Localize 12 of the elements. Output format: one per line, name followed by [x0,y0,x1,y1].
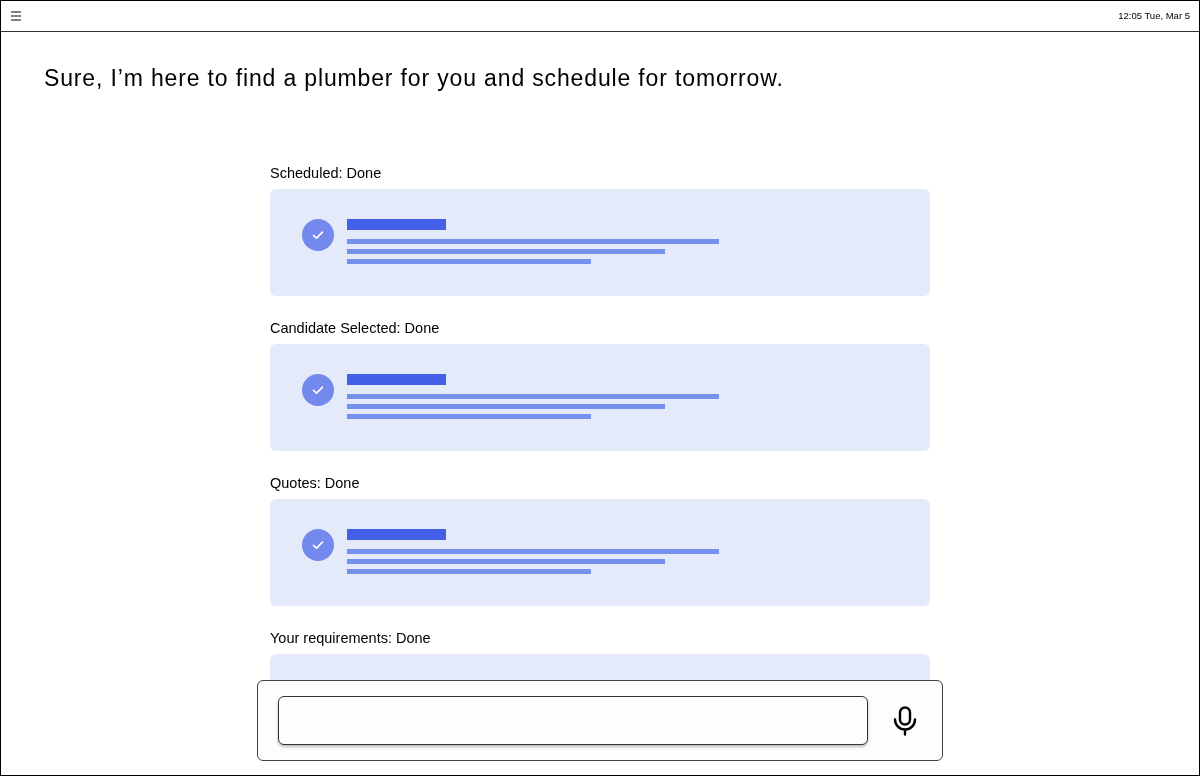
microphone-icon[interactable] [893,705,917,736]
clock-text: 12:05 Tue, Mar 5 [1118,11,1190,21]
check-circle-icon [302,529,334,561]
menu-icon[interactable] [11,11,21,21]
assistant-message: Sure, I’m here to find a plumber for you and schedule for tomorrow. [44,64,784,92]
section-label: Quotes: Done [270,474,360,493]
section-label: Candidate Selected: Done [270,319,440,338]
check-circle-icon [302,374,334,406]
section-label: Your requirements: Done [270,629,431,648]
message-input[interactable] [278,696,868,745]
section-label: Scheduled: Done [270,164,382,183]
check-circle-icon [302,219,334,251]
